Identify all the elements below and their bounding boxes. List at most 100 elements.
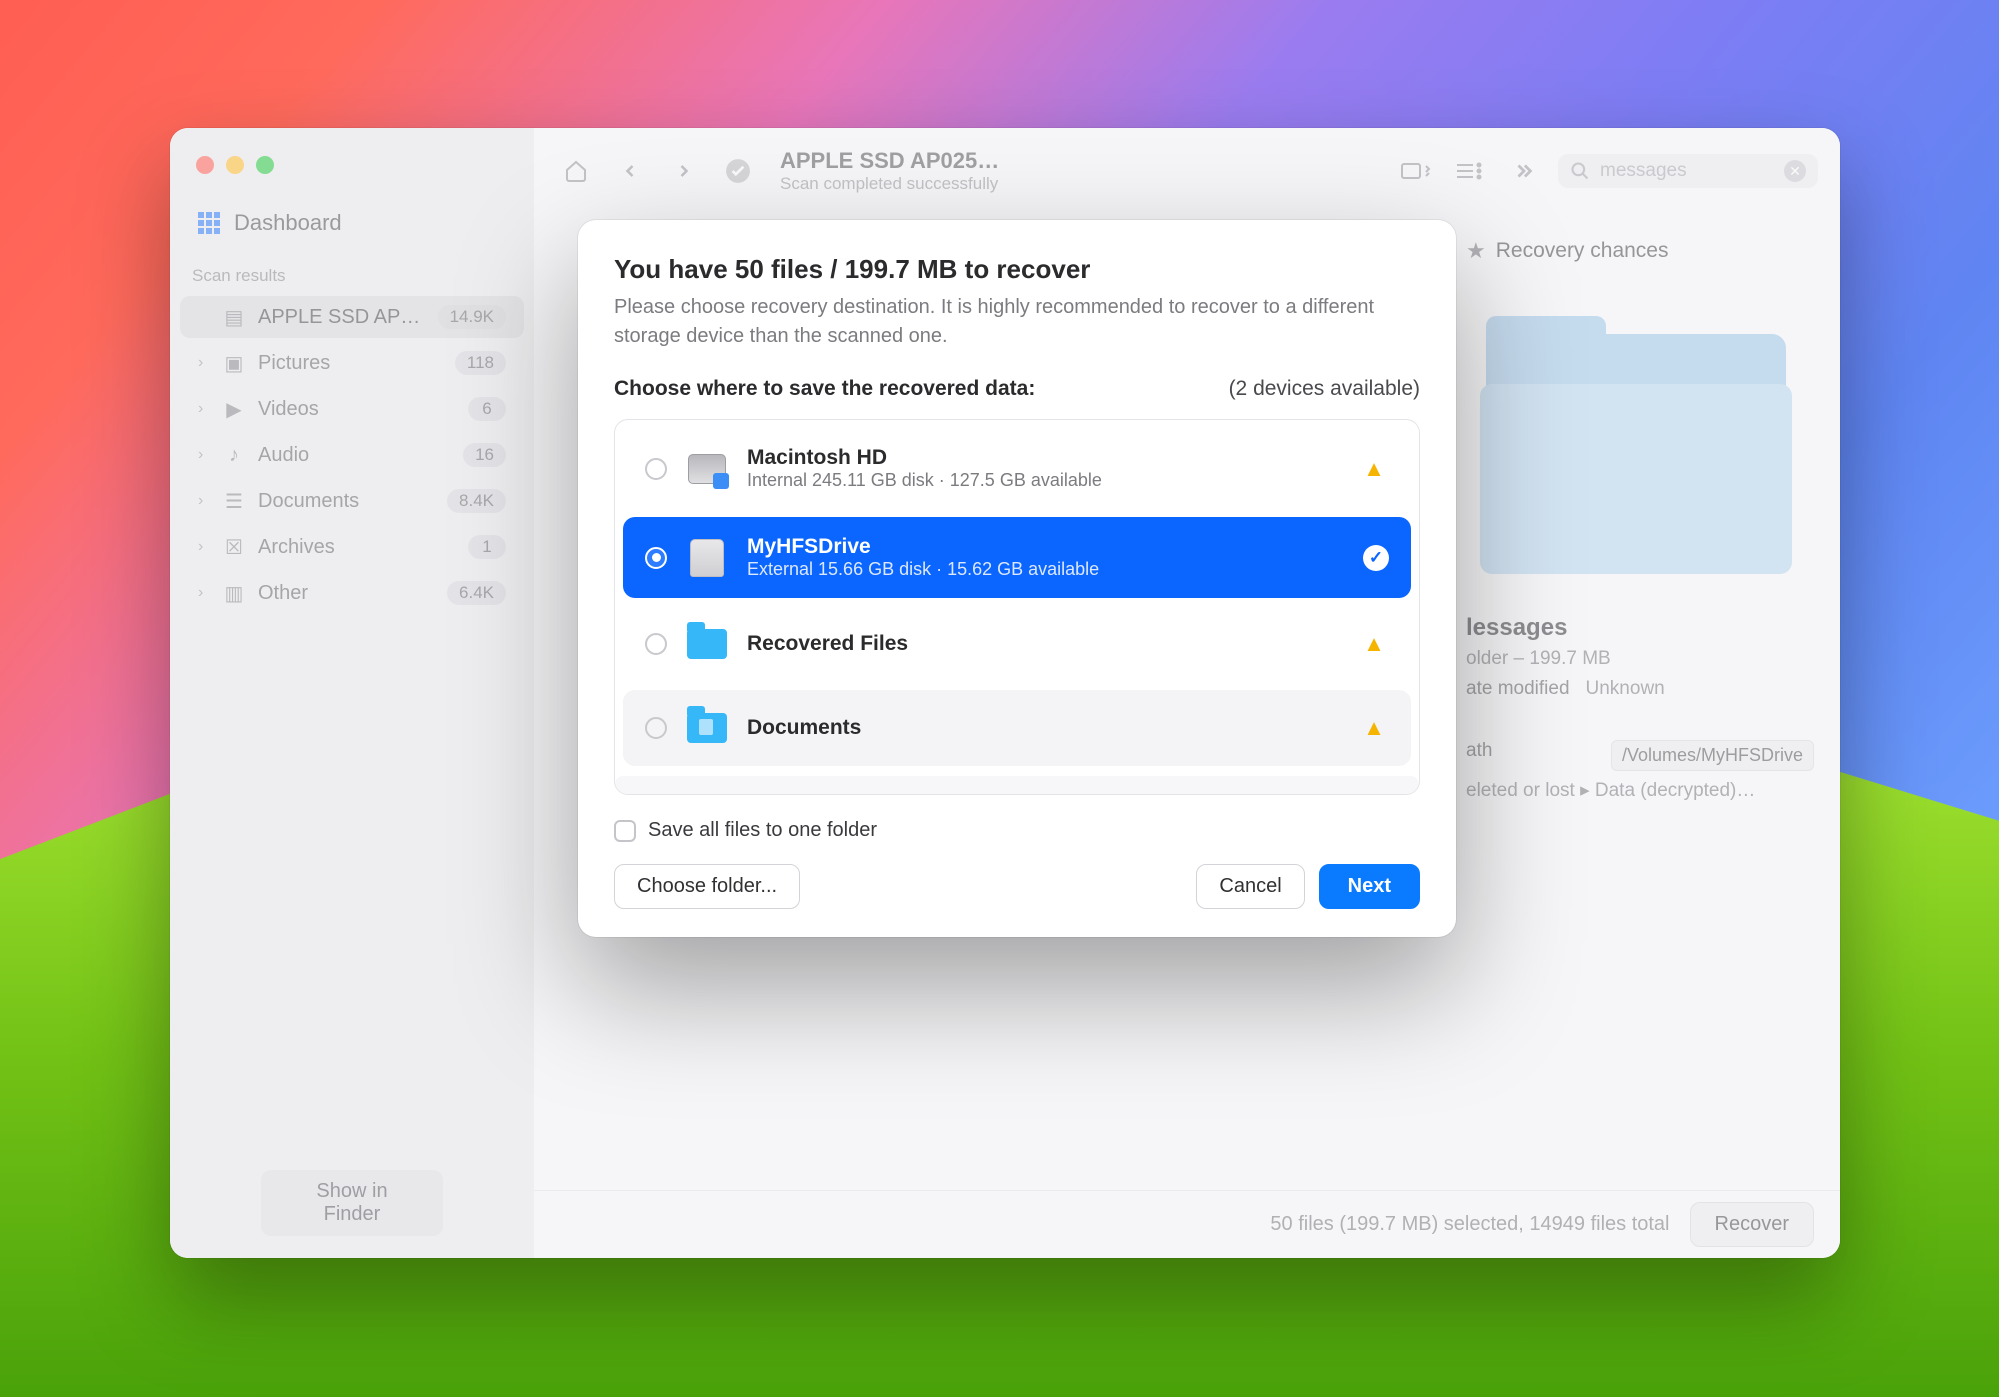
warning-icon: ▲ <box>1359 715 1389 741</box>
group-by-button[interactable] <box>1396 151 1436 191</box>
file-icon: ▥ <box>222 583 246 603</box>
dialog-description: Please choose recovery destination. It i… <box>614 293 1420 351</box>
save-all-label: Save all files to one folder <box>648 819 877 842</box>
radio-button[interactable] <box>645 633 667 655</box>
checkbox[interactable] <box>614 820 636 842</box>
destination-meta: External 15.66 GB disk · 15.62 GB availa… <box>747 559 1345 580</box>
dialog-title: You have 50 files / 199.7 MB to recover <box>614 254 1420 285</box>
selection-summary: 50 files (199.7 MB) selected, 14949 file… <box>1270 1213 1669 1236</box>
dashboard-label: Dashboard <box>234 210 342 236</box>
audio-icon: ♪ <box>222 445 246 465</box>
details-name: lessages <box>1466 614 1814 642</box>
forward-button[interactable] <box>664 151 704 191</box>
star-icon: ★ <box>1466 238 1486 264</box>
count-badge: 8.4K <box>447 489 506 513</box>
count-badge: 16 <box>463 443 506 467</box>
show-in-finder-button[interactable]: Show in Finder <box>261 1170 443 1236</box>
chevron-right-icon: › <box>198 584 210 602</box>
minimize-window-button[interactable] <box>226 156 244 174</box>
details-pane: ★ Recovery chances lessages older – 199.… <box>1440 214 1840 1190</box>
toolbar-title: APPLE SSD AP025… <box>780 148 1060 174</box>
overflow-button[interactable] <box>1504 151 1544 191</box>
chevron-right-icon: › <box>198 446 210 464</box>
count-badge: 118 <box>455 351 506 375</box>
sidebar-item-label: Audio <box>258 444 451 467</box>
window-traffic-lights[interactable] <box>170 148 534 200</box>
recover-button[interactable]: Recover <box>1690 1202 1814 1247</box>
footer-bar: 50 files (199.7 MB) selected, 14949 file… <box>534 1190 1840 1258</box>
details-modified-label: ate modified <box>1466 678 1570 700</box>
destination-documents[interactable]: Documents ▲ <box>623 690 1411 766</box>
destination-list: Macintosh HD Internal 245.11 GB disk · 1… <box>614 419 1420 795</box>
view-mode-button[interactable] <box>1450 151 1490 191</box>
dashboard-link[interactable]: Dashboard <box>170 200 534 260</box>
folder-icon <box>685 624 729 664</box>
destination-myhfsdrive[interactable]: MyHFSDrive External 15.66 GB disk · 15.6… <box>623 517 1411 598</box>
archive-icon: ☒ <box>222 537 246 557</box>
next-button[interactable]: Next <box>1319 864 1420 909</box>
selected-check-icon: ✓ <box>1363 545 1389 571</box>
close-window-button[interactable] <box>196 156 214 174</box>
sidebar-item-label: Pictures <box>258 352 443 375</box>
chevron-right-icon: › <box>198 492 210 510</box>
sidebar-item-label: Documents <box>258 490 435 513</box>
image-icon: ▣ <box>222 353 246 373</box>
cancel-button[interactable]: Cancel <box>1196 864 1304 909</box>
sidebar: Dashboard Scan results ▤ APPLE SSD AP0… … <box>170 128 534 1258</box>
sidebar-item-label: Archives <box>258 536 456 559</box>
sidebar-item-audio[interactable]: › ♪ Audio 16 <box>180 434 524 476</box>
document-icon: ☰ <box>222 491 246 511</box>
details-modified-value: Unknown <box>1586 678 1665 700</box>
count-badge: 6.4K <box>447 581 506 605</box>
search-input[interactable]: messages ✕ <box>1558 154 1818 188</box>
sidebar-section-label: Scan results <box>170 260 534 294</box>
details-path-chip: /Volumes/MyHFSDrive <box>1611 740 1814 771</box>
maximize-window-button[interactable] <box>256 156 274 174</box>
radio-button[interactable] <box>645 458 667 480</box>
destination-meta: Internal 245.11 GB disk · 127.5 GB avail… <box>747 470 1341 491</box>
home-button[interactable] <box>556 151 596 191</box>
sidebar-item-documents[interactable]: › ☰ Documents 8.4K <box>180 480 524 522</box>
sidebar-item-disk[interactable]: ▤ APPLE SSD AP0… 14.9K <box>180 296 524 338</box>
search-value: messages <box>1600 160 1774 182</box>
warning-icon: ▲ <box>1359 456 1389 482</box>
save-all-one-folder-option[interactable]: Save all files to one folder <box>614 819 1420 842</box>
details-kind: older – 199.7 MB <box>1466 648 1814 670</box>
destination-name: Recovered Files <box>747 632 1341 656</box>
warning-icon: ▲ <box>1359 631 1389 657</box>
details-status-line: eleted or lost ▸ Data (decrypted)… <box>1466 779 1814 802</box>
radio-button[interactable] <box>645 717 667 739</box>
recovery-chances-row[interactable]: ★ Recovery chances <box>1466 238 1814 264</box>
destination-recovered-files[interactable]: Recovered Files ▲ <box>623 606 1411 682</box>
chevron-right-icon: › <box>198 400 210 418</box>
sidebar-item-other[interactable]: › ▥ Other 6.4K <box>180 572 524 614</box>
details-path-label: ath <box>1466 740 1492 771</box>
destination-name: Macintosh HD <box>747 446 1341 470</box>
count-badge: 6 <box>468 397 506 421</box>
radio-button[interactable] <box>645 547 667 569</box>
back-button[interactable] <box>610 151 650 191</box>
count-badge: 1 <box>468 535 506 559</box>
sidebar-item-label: Other <box>258 582 435 605</box>
disk-icon: ▤ <box>222 307 246 327</box>
status-check-icon <box>718 151 758 191</box>
dashboard-icon <box>198 212 220 234</box>
choose-folder-button[interactable]: Choose folder... <box>614 864 800 909</box>
destination-name: Documents <box>747 716 1341 740</box>
sidebar-item-label: Videos <box>258 398 456 421</box>
chevron-right-icon: › <box>198 538 210 556</box>
sidebar-item-archives[interactable]: › ☒ Archives 1 <box>180 526 524 568</box>
documents-folder-icon <box>685 708 729 748</box>
sidebar-item-videos[interactable]: › ▶ Videos 6 <box>180 388 524 430</box>
search-icon <box>1570 161 1590 181</box>
devices-available-label: (2 devices available) <box>1229 377 1420 401</box>
choose-where-label: Choose where to save the recovered data: <box>614 377 1035 401</box>
sidebar-item-pictures[interactable]: › ▣ Pictures 118 <box>180 342 524 384</box>
folder-preview-icon <box>1480 324 1800 574</box>
sidebar-item-label: APPLE SSD AP0… <box>258 306 426 329</box>
destination-macintosh-hd[interactable]: Macintosh HD Internal 245.11 GB disk · 1… <box>623 428 1411 509</box>
clear-search-button[interactable]: ✕ <box>1784 160 1806 182</box>
chevron-right-icon: › <box>198 354 210 372</box>
list-overflow-stub <box>615 776 1419 794</box>
recovery-destination-dialog: You have 50 files / 199.7 MB to recover … <box>578 220 1456 937</box>
